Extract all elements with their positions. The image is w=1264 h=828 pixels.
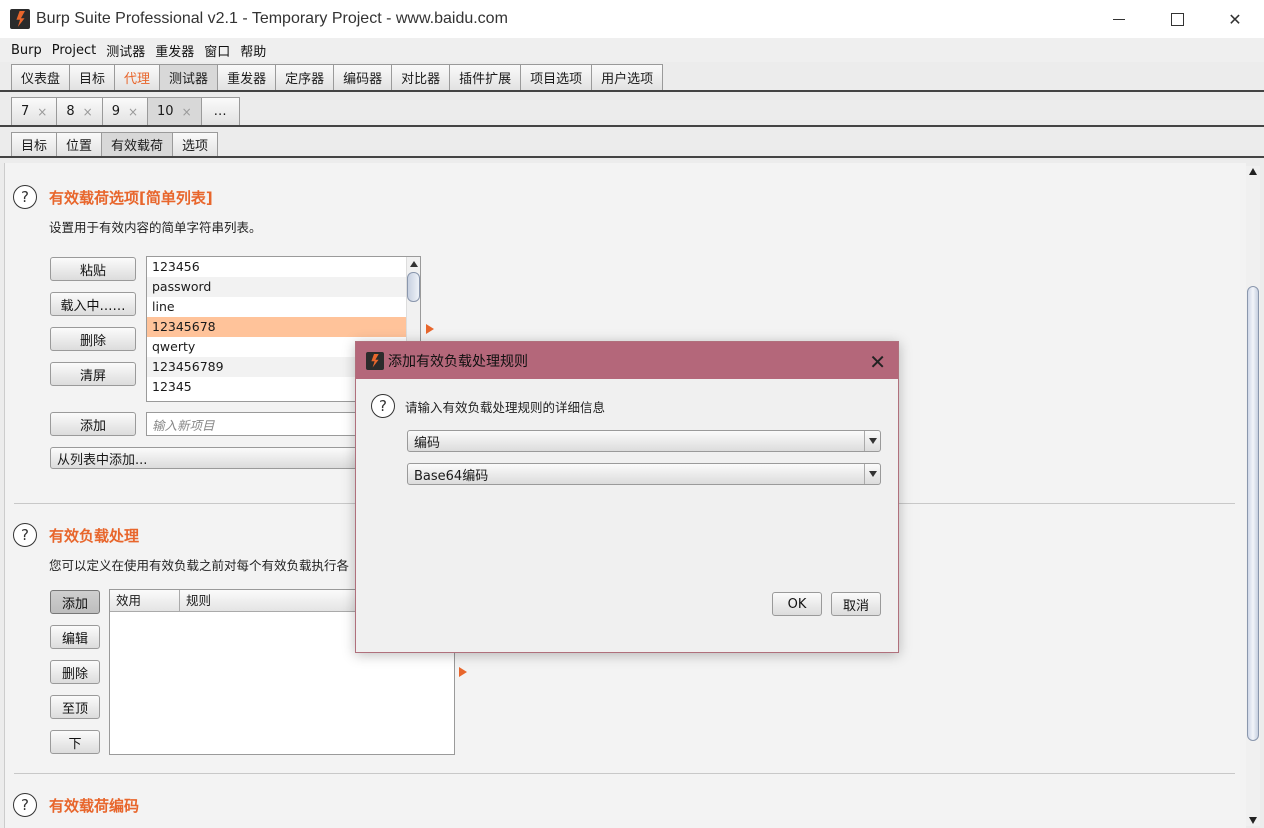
move-to-top-button[interactable]: 至顶: [50, 695, 100, 719]
tab-intruder[interactable]: 测试器: [159, 64, 219, 90]
tab-target[interactable]: 目标: [69, 64, 116, 90]
attack-tab-10[interactable]: 10 ×: [147, 97, 202, 125]
menu-window[interactable]: 窗口: [199, 41, 235, 60]
tab-user-options[interactable]: 用户选项: [591, 64, 664, 90]
expand-arrow-icon[interactable]: [459, 667, 467, 677]
scrollbar-thumb[interactable]: [407, 272, 420, 302]
attack-tab-8[interactable]: 8 ×: [56, 97, 103, 125]
add-rule-button[interactable]: 添加: [50, 590, 100, 614]
panel-scrollbar[interactable]: [1246, 166, 1260, 826]
rule-type-select[interactable]: 编码: [407, 430, 881, 452]
cancel-button[interactable]: 取消: [831, 592, 881, 616]
new-attack-tab[interactable]: …: [200, 97, 240, 125]
maximize-button[interactable]: [1148, 0, 1206, 38]
close-dialog-button[interactable]: ✕: [869, 350, 886, 374]
tab-repeater[interactable]: 重发器: [217, 64, 277, 90]
remove-button[interactable]: 删除: [50, 327, 136, 351]
intruder-sub-tab-bar: 目标 位置 有效载荷 选项: [0, 130, 1264, 158]
attack-tab-7[interactable]: 7 ×: [11, 97, 58, 125]
window-titlebar: Burp Suite Professional v2.1 - Temporary…: [0, 0, 1264, 38]
move-down-button[interactable]: 下: [50, 730, 100, 754]
section-divider: [14, 773, 1235, 774]
chevron-down-icon[interactable]: [864, 431, 880, 451]
window-title: Burp Suite Professional v2.1 - Temporary…: [36, 10, 508, 27]
attack-tab-label: 10: [157, 104, 174, 119]
list-item[interactable]: line: [147, 297, 407, 317]
clear-button[interactable]: 清屏: [50, 362, 136, 386]
encoding-select[interactable]: Base64编码: [407, 463, 881, 485]
scroll-up-icon[interactable]: [410, 261, 418, 267]
list-item[interactable]: password: [147, 277, 407, 297]
edit-rule-button[interactable]: 编辑: [50, 625, 100, 649]
close-tab-icon[interactable]: ×: [128, 105, 138, 119]
tab-decoder[interactable]: 编码器: [333, 64, 393, 90]
menu-help[interactable]: 帮助: [235, 41, 271, 60]
payload-options-title: 有效载荷选项[简单列表]: [49, 189, 213, 207]
payload-encoding-title: 有效载荷编码: [49, 797, 140, 815]
tab-proxy[interactable]: 代理: [114, 64, 161, 90]
payload-options-description: 设置用于有效内容的简单字符串列表。: [49, 220, 262, 235]
attack-tab-label: 9: [111, 104, 120, 119]
encoding-value: Base64编码: [414, 468, 489, 484]
tab-project-options[interactable]: 项目选项: [520, 64, 593, 90]
dialog-prompt: 请输入有效负载处理规则的详细信息: [405, 400, 606, 415]
tab-comparer[interactable]: 对比器: [391, 64, 451, 90]
add-processing-rule-dialog: 添加有效负载处理规则 ✕ ? 请输入有效负载处理规则的详细信息 编码 Base6…: [355, 341, 899, 653]
menu-bar: Burp Project 测试器 重发器 窗口 帮助: [0, 38, 1264, 62]
subtab-payloads[interactable]: 有效载荷: [101, 132, 174, 156]
close-tab-icon[interactable]: ×: [182, 105, 192, 119]
remove-rule-button[interactable]: 删除: [50, 660, 100, 684]
payload-processing-title: 有效负载处理: [49, 527, 140, 545]
attack-tab-label: 7: [21, 104, 30, 119]
expand-arrow-icon[interactable]: [426, 324, 434, 334]
attack-tab-9[interactable]: 9 ×: [101, 97, 149, 125]
dialog-title: 添加有效负载处理规则: [388, 353, 528, 370]
chevron-down-icon[interactable]: [864, 464, 880, 484]
scroll-down-icon[interactable]: [1249, 817, 1257, 824]
new-item-input[interactable]: 输入新项目: [146, 412, 366, 436]
close-tab-icon[interactable]: ×: [37, 105, 47, 119]
help-icon[interactable]: ?: [13, 793, 37, 817]
tab-dashboard[interactable]: 仪表盘: [11, 64, 71, 90]
payload-processing-description: 您可以定义在使用有效负载之前对每个有效负载执行各: [49, 558, 350, 573]
close-window-button[interactable]: ✕: [1206, 0, 1264, 38]
attack-tab-bar: 7 × 8 × 9 × 10 × …: [0, 95, 1264, 127]
tab-extender[interactable]: 插件扩展: [449, 64, 522, 90]
menu-repeater[interactable]: 重发器: [150, 41, 199, 60]
close-tab-icon[interactable]: ×: [83, 105, 93, 119]
burp-logo-icon: [366, 351, 384, 370]
scrollbar-thumb[interactable]: [1247, 286, 1259, 741]
help-icon[interactable]: ?: [13, 185, 37, 209]
attack-tab-label: 8: [66, 104, 75, 119]
paste-button[interactable]: 粘贴: [50, 257, 136, 281]
minimize-button[interactable]: [1090, 0, 1148, 38]
burp-logo-icon: [10, 9, 30, 29]
menu-burp[interactable]: Burp: [6, 43, 47, 58]
column-enabled[interactable]: 效用: [110, 590, 180, 611]
ok-button[interactable]: OK: [772, 592, 822, 616]
add-item-button[interactable]: 添加: [50, 412, 136, 436]
tab-sequencer[interactable]: 定序器: [275, 64, 335, 90]
menu-intruder[interactable]: 测试器: [101, 41, 150, 60]
main-tab-bar: 仪表盘 目标 代理 测试器 重发器 定序器 编码器 对比器 插件扩展 项目选项 …: [0, 62, 1264, 92]
subtab-options[interactable]: 选项: [172, 132, 219, 156]
scroll-up-icon[interactable]: [1249, 168, 1257, 175]
help-icon[interactable]: ?: [371, 394, 395, 418]
dialog-titlebar: 添加有效负载处理规则 ✕: [356, 342, 898, 379]
subtab-target[interactable]: 目标: [11, 132, 58, 156]
load-button[interactable]: 载入中……: [50, 292, 136, 316]
add-from-list-dropdown[interactable]: 从列表中添加...: [50, 447, 370, 469]
list-item-selected[interactable]: 12345678: [147, 317, 407, 337]
help-icon[interactable]: ?: [13, 523, 37, 547]
subtab-positions[interactable]: 位置: [56, 132, 103, 156]
rule-type-value: 编码: [414, 435, 441, 451]
menu-project[interactable]: Project: [47, 43, 101, 58]
list-item[interactable]: 123456: [147, 257, 407, 277]
